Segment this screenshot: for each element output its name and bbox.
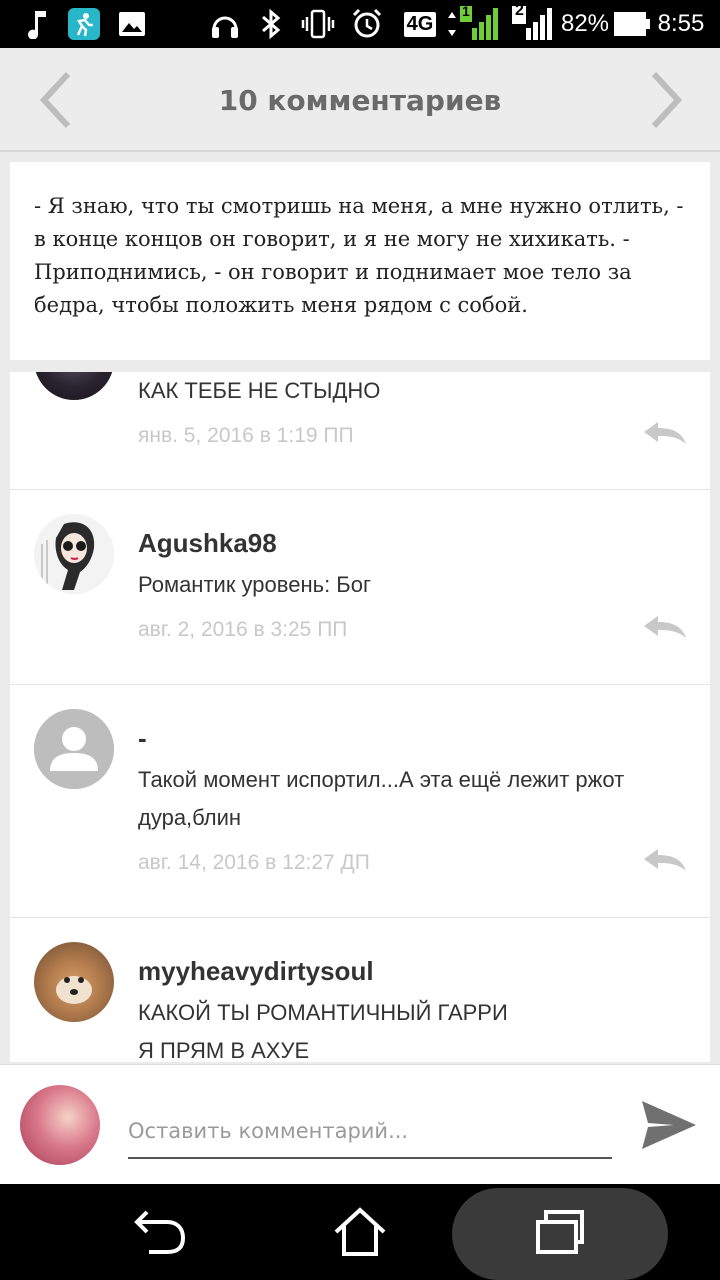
vibrate-icon [300, 0, 336, 48]
avatar[interactable] [34, 372, 114, 400]
comment-text: Романтик уровень: Бог [138, 572, 371, 597]
back-arrow-icon[interactable] [30, 70, 90, 130]
headphones-icon [208, 0, 242, 48]
comment-text: Такой момент испортил...А эта ещё лежит … [138, 767, 625, 830]
comment-text: КАКОЙ ТЫ РОМАНТИЧНЫЙ ГАРРИ [138, 1000, 508, 1025]
battery-percent: 82% [560, 10, 610, 37]
bluetooth-icon [256, 0, 286, 48]
system-nav-bar [0, 1184, 720, 1280]
comment-author[interactable]: myyheavydirtysoul [138, 956, 374, 987]
comment-author[interactable]: Agushka98 [138, 528, 277, 559]
forward-arrow-icon[interactable] [632, 70, 692, 130]
gallery-icon [116, 0, 148, 48]
nav-home-icon[interactable] [320, 1184, 400, 1280]
comment-author[interactable]: - [138, 723, 147, 754]
reply-icon[interactable] [642, 614, 688, 642]
comment-item: КАК ТЕБЕ НЕ СТЫДНО янв. 5, 2016 в 1:19 П… [10, 372, 710, 490]
sim2-signal-icon: 2 [510, 0, 552, 48]
status-bar: 4G 1 2 82% 8:55 [0, 0, 720, 48]
music-note-icon [22, 0, 52, 48]
send-icon[interactable] [638, 1097, 698, 1153]
comment-text: КАК ТЕБЕ НЕ СТЫДНО [138, 378, 381, 403]
avatar[interactable] [34, 514, 114, 594]
comment-text: Я ПРЯМ В АХУЕ [138, 1038, 310, 1062]
default-user-icon[interactable] [34, 709, 114, 789]
top-app-bar: 10 комментариев [0, 48, 720, 152]
network-type-badge: 4G [402, 0, 438, 48]
comment-date: авг. 2, 2016 в 3:25 ПП [138, 618, 348, 641]
comment-item: Agushka98 Романтик уровень: Бог авг. 2, … [10, 490, 710, 685]
alarm-icon [350, 0, 384, 48]
clock: 8:55 [657, 10, 705, 37]
nav-recents-icon[interactable] [520, 1184, 600, 1280]
comment-date: янв. 5, 2016 в 1:19 ПП [138, 424, 354, 447]
nav-back-icon[interactable] [120, 1184, 200, 1280]
comment-list[interactable]: КАК ТЕБЕ НЕ СТЫДНО янв. 5, 2016 в 1:19 П… [10, 372, 710, 1062]
reply-icon[interactable] [642, 420, 688, 448]
battery-icon [612, 0, 652, 48]
comment-input[interactable] [128, 1105, 612, 1159]
avatar[interactable] [34, 942, 114, 1022]
reply-icon[interactable] [642, 847, 688, 875]
comment-item: - Такой момент испортил...А эта ещё лежи… [10, 685, 710, 918]
my-avatar [20, 1085, 100, 1165]
comment-input-bar [0, 1064, 720, 1184]
story-excerpt: - Я знаю, что ты смотришь на меня, а мне… [10, 162, 710, 360]
page-title: 10 комментариев [218, 83, 502, 117]
comment-date: авг. 14, 2016 в 12:27 ДП [138, 851, 370, 874]
comment-item: myyheavydirtysoul КАКОЙ ТЫ РОМАНТИЧНЫЙ Г… [10, 918, 710, 1062]
sim1-signal-icon: 1 [442, 0, 500, 48]
fitness-app-icon [66, 0, 102, 48]
